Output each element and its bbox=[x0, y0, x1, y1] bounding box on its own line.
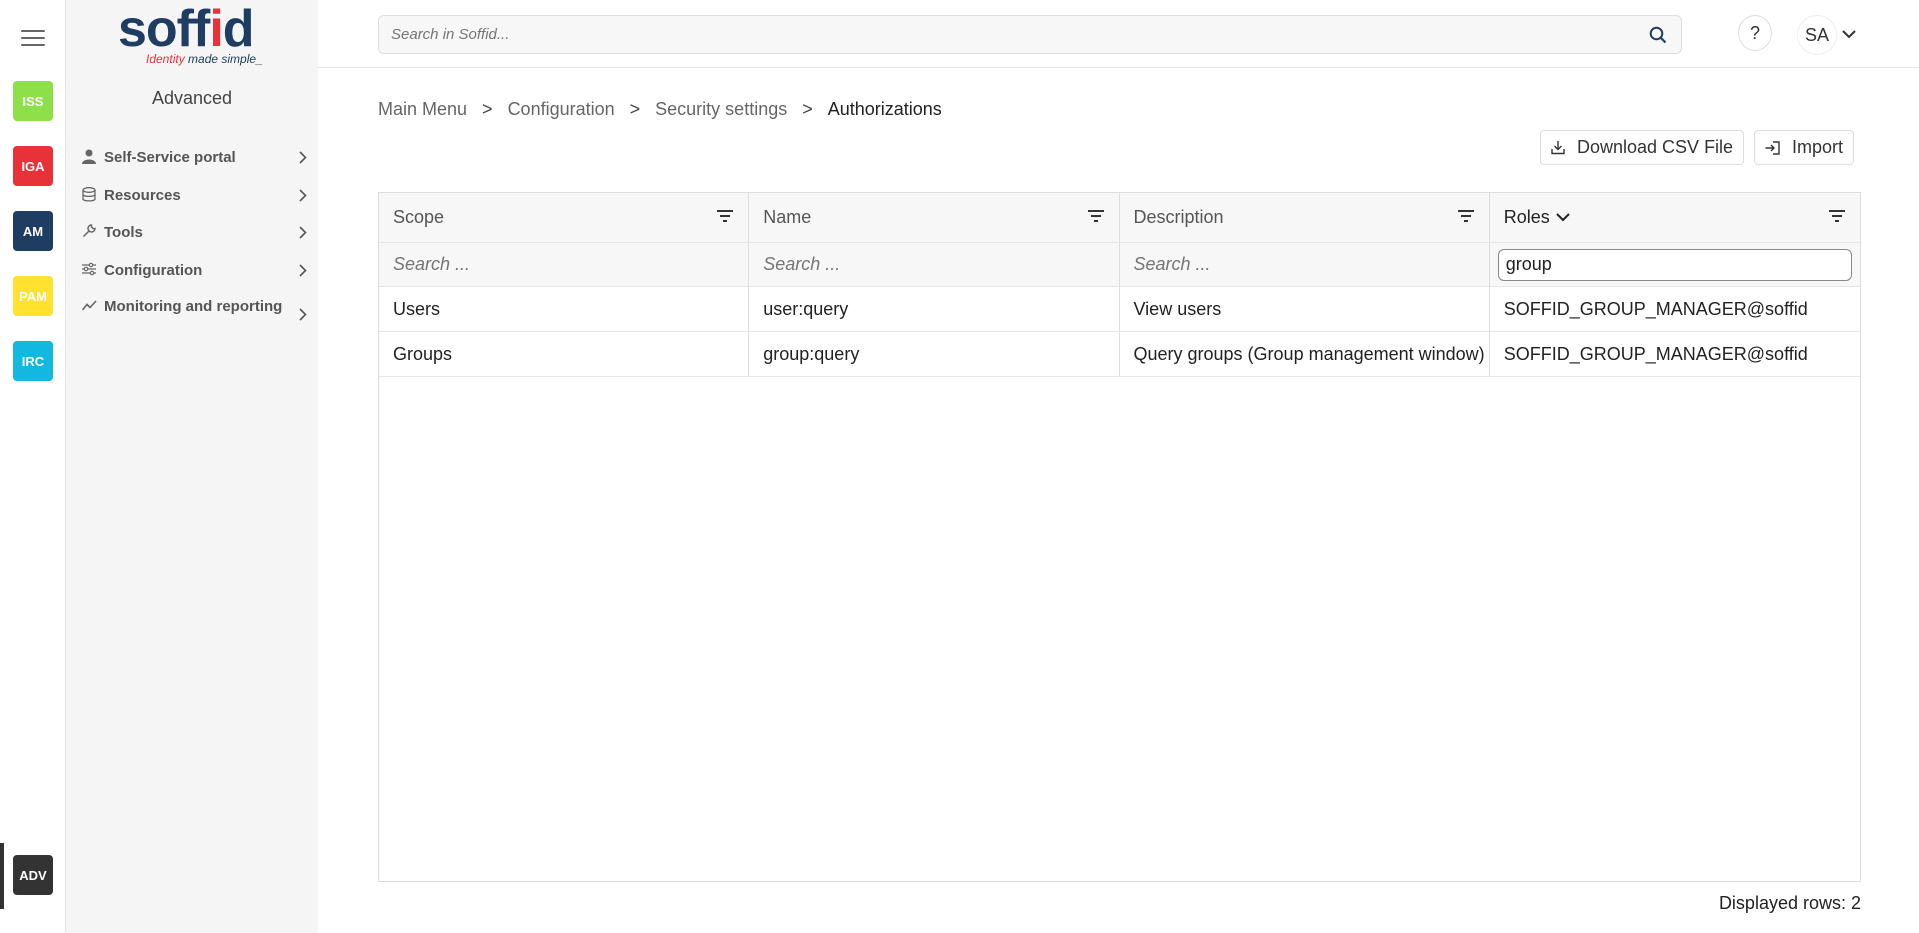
chevron-right-icon bbox=[299, 264, 307, 281]
sidebar-item-label: Configuration bbox=[104, 262, 203, 279]
chart-line-icon bbox=[81, 298, 100, 315]
app-iga-button[interactable]: IGA bbox=[13, 146, 53, 186]
help-button[interactable]: ? bbox=[1738, 15, 1772, 51]
user-avatar[interactable]: SA bbox=[1797, 15, 1837, 55]
breadcrumb: Main Menu > Configuration > Security set… bbox=[378, 99, 942, 120]
displayed-rows-count: Displayed rows: 2 bbox=[1718, 893, 1861, 913]
cell-scope: Users bbox=[379, 287, 750, 331]
top-bar: ? SA bbox=[318, 0, 1919, 68]
soffid-logo[interactable]: soffid Identity made simple_ bbox=[118, 3, 278, 72]
column-header-description[interactable]: Description bbox=[1120, 193, 1490, 242]
filter-icon[interactable] bbox=[1457, 207, 1475, 228]
import-icon bbox=[1765, 140, 1780, 155]
sidebar-item-label: Self-Service portal bbox=[104, 149, 236, 166]
authorizations-table: Scope Name Description Roles Search ... … bbox=[378, 192, 1861, 882]
column-header-label: Description bbox=[1133, 207, 1224, 227]
chevron-right-icon bbox=[299, 189, 307, 206]
cell-description: Query groups (Group management window) bbox=[1120, 332, 1490, 376]
filter-cell-roles bbox=[1490, 243, 1860, 286]
breadcrumb-main-menu[interactable]: Main Menu bbox=[378, 99, 467, 120]
column-header-name[interactable]: Name bbox=[749, 193, 1120, 242]
cell-scope: Groups bbox=[379, 332, 750, 376]
download-icon bbox=[1551, 141, 1565, 155]
import-label: Import bbox=[1792, 137, 1844, 157]
sidebar-item-label: Resources bbox=[104, 187, 181, 204]
breadcrumb-separator: > bbox=[482, 99, 493, 119]
name-filter-input[interactable] bbox=[763, 254, 1094, 275]
user-icon bbox=[82, 149, 100, 168]
cell-description: View users bbox=[1120, 287, 1490, 331]
sidebar-item-label: Monitoring and reporting bbox=[104, 298, 283, 315]
sort-chevron-down-icon[interactable] bbox=[1556, 213, 1570, 222]
app-adv-button[interactable]: ADV bbox=[13, 855, 53, 895]
cell-roles: SOFFID_GROUP_MANAGER@soffid bbox=[1503, 298, 1808, 319]
download-csv-button[interactable]: Download CSV File bbox=[1540, 130, 1745, 165]
scope-filter-input[interactable] bbox=[393, 254, 723, 275]
column-header-roles[interactable]: Roles bbox=[1490, 193, 1860, 242]
sliders-icon bbox=[82, 262, 100, 280]
roles-filter-input[interactable] bbox=[1497, 248, 1852, 281]
app-iss-button[interactable]: ISS bbox=[13, 81, 53, 121]
app-rail: ISS IGA AM PAM IRC ADV bbox=[0, 0, 66, 933]
sidebar-item-monitoring-and-reporting[interactable]: Monitoring and reporting bbox=[81, 296, 307, 321]
chevron-right-icon bbox=[299, 308, 307, 325]
sidebar: soffid Identity made simple_ Advanced Se… bbox=[66, 0, 318, 933]
sidebar-item-resources[interactable]: Resources bbox=[82, 185, 307, 207]
filter-cell-name bbox=[749, 243, 1120, 286]
sidebar-item-tools[interactable]: Tools bbox=[82, 222, 307, 244]
filter-icon[interactable] bbox=[1087, 207, 1105, 228]
column-header-label: Scope bbox=[393, 207, 445, 227]
column-header-label: Name bbox=[763, 207, 812, 227]
column-header-label: Roles bbox=[1503, 207, 1550, 227]
chevron-right-icon bbox=[299, 151, 307, 168]
sidebar-item-configuration[interactable]: Configuration bbox=[82, 260, 307, 282]
app-irc-button[interactable]: IRC bbox=[13, 341, 53, 381]
table-header-row: Scope Name Description Roles bbox=[379, 193, 1860, 243]
table-row[interactable]: Users user:query View users SOFFID_GROUP… bbox=[379, 287, 1860, 332]
breadcrumb-security-settings[interactable]: Security settings bbox=[655, 99, 787, 120]
filter-cell-scope bbox=[379, 243, 750, 286]
app-am-button[interactable]: AM bbox=[13, 211, 53, 251]
search-icon[interactable] bbox=[1649, 26, 1667, 49]
cell-name: group:query bbox=[749, 332, 1120, 376]
filter-icon[interactable] bbox=[1828, 207, 1846, 228]
database-icon bbox=[82, 187, 100, 206]
chevron-right-icon bbox=[299, 226, 307, 243]
import-button[interactable]: Import bbox=[1754, 130, 1855, 165]
wrench-icon bbox=[82, 224, 100, 242]
chevron-down-icon[interactable] bbox=[1842, 26, 1856, 44]
column-header-scope[interactable]: Scope bbox=[379, 193, 750, 242]
breadcrumb-separator: > bbox=[802, 99, 813, 119]
cell-name: user:query bbox=[749, 287, 1120, 331]
hamburger-menu-icon[interactable] bbox=[21, 30, 45, 46]
table-filter-row bbox=[379, 243, 1860, 287]
active-app-indicator bbox=[0, 843, 4, 909]
cell-roles: SOFFID_GROUP_MANAGER@soffid bbox=[1503, 343, 1808, 364]
sidebar-section-title: Advanced bbox=[151, 88, 233, 108]
filter-icon[interactable] bbox=[716, 207, 734, 228]
sidebar-item-label: Tools bbox=[104, 224, 143, 241]
description-filter-input[interactable] bbox=[1133, 254, 1464, 275]
table-row[interactable]: Groups group:query Query groups (Group m… bbox=[379, 332, 1860, 377]
sidebar-item-self-service-portal[interactable]: Self-Service portal bbox=[82, 147, 307, 169]
filter-cell-description bbox=[1120, 243, 1490, 286]
download-csv-label: Download CSV File bbox=[1577, 137, 1734, 157]
search-input[interactable] bbox=[379, 16, 1619, 53]
breadcrumb-separator: > bbox=[629, 99, 641, 119]
breadcrumb-configuration[interactable]: Configuration bbox=[508, 99, 615, 120]
global-search bbox=[378, 15, 1682, 54]
breadcrumb-current: Authorizations bbox=[827, 99, 942, 119]
app-pam-button[interactable]: PAM bbox=[13, 276, 53, 316]
